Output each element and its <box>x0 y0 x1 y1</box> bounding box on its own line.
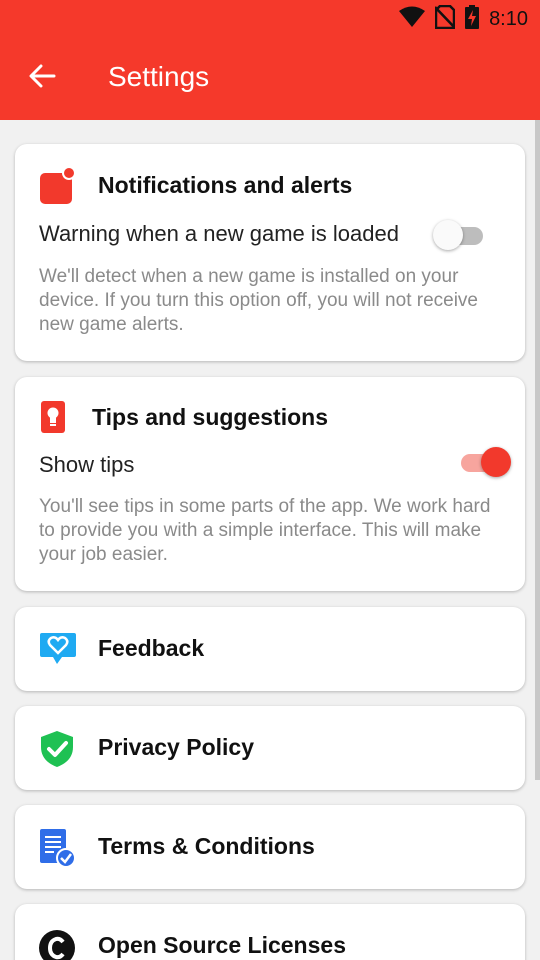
feedback-label: Feedback <box>98 635 205 661</box>
notification-badge-icon <box>39 166 76 204</box>
show-tips-label: Show tips <box>39 452 135 477</box>
copyright-icon <box>39 928 75 960</box>
privacy-policy-item[interactable]: Privacy Policy <box>15 706 525 790</box>
wifi-icon <box>399 6 426 33</box>
document-check-icon <box>39 829 76 868</box>
terms-conditions-item[interactable]: Terms & Conditions <box>15 805 525 889</box>
tips-card-title: Tips and suggestions <box>92 403 328 430</box>
lightbulb-icon <box>39 401 69 433</box>
toggle-knob <box>481 447 511 477</box>
terms-conditions-label: Terms & Conditions <box>98 833 315 859</box>
status-bar: 8:10 <box>399 0 540 38</box>
tips-card-header: Tips and suggestions <box>39 401 328 433</box>
notifications-description: We'll detect when a new game is installe… <box>39 266 478 335</box>
new-game-warning-toggle[interactable] <box>433 218 489 250</box>
toggle-knob <box>433 220 463 250</box>
back-button[interactable] <box>24 58 60 98</box>
arrow-back-icon <box>28 64 56 93</box>
notifications-card-header: Notifications and alerts <box>39 166 353 204</box>
notifications-card: Notifications and alerts Warning when a … <box>15 144 525 361</box>
tips-description: You'll see tips in some parts of the app… <box>39 496 491 565</box>
scrollbar[interactable] <box>535 120 540 780</box>
feedback-item[interactable]: Feedback <box>15 607 525 691</box>
show-tips-toggle[interactable] <box>455 445 511 477</box>
shield-check-icon <box>39 730 75 767</box>
open-source-licenses-label: Open Source Licenses <box>98 932 346 958</box>
feedback-heart-icon <box>39 631 76 667</box>
open-source-licenses-item[interactable]: Open Source Licenses <box>15 904 525 960</box>
no-sim-icon <box>434 4 456 34</box>
tips-card: Tips and suggestions Show tips You'll se… <box>15 377 525 591</box>
app-bar: 8:10 Settings <box>0 0 540 120</box>
clock: 8:10 <box>489 7 528 30</box>
notifications-card-title: Notifications and alerts <box>98 171 353 198</box>
privacy-policy-label: Privacy Policy <box>98 734 254 760</box>
new-game-warning-label: Warning when a new game is loaded <box>39 221 399 246</box>
page-title: Settings <box>108 61 210 92</box>
battery-charging-icon <box>465 4 480 34</box>
